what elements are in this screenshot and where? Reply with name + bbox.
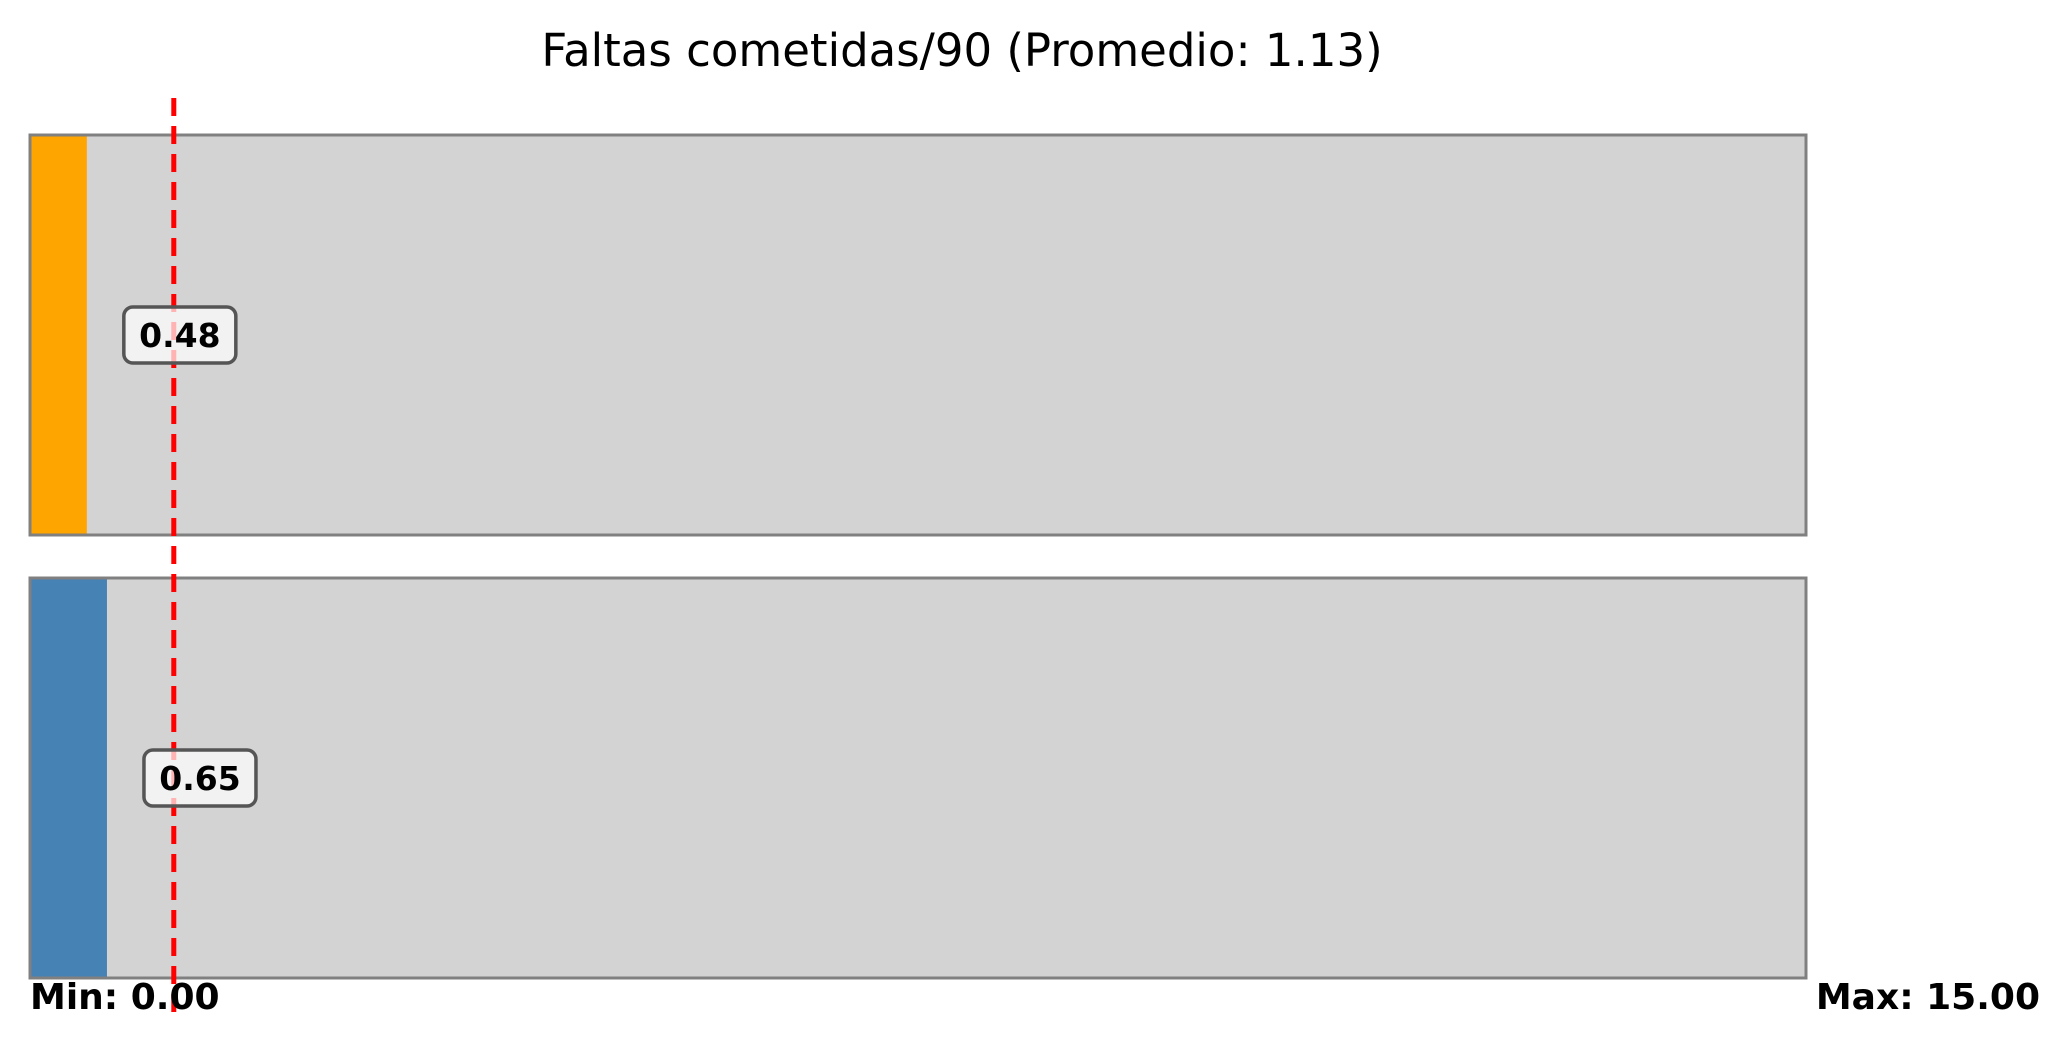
bar-chart: Faltas cometidas/90 (Promedio: 1.13) Min…	[28, 24, 2040, 1022]
chart-title: Faltas cometidas/90 (Promedio: 1.13)	[541, 24, 1382, 77]
bar-track-2	[30, 578, 1806, 978]
min-label: Min: 0.00	[30, 977, 220, 1018]
bar-1	[30, 135, 87, 535]
value-label-2: 0.65	[159, 759, 240, 798]
bar-track-1	[30, 135, 1806, 535]
max-label: Max: 15.00	[1816, 977, 2040, 1018]
bars-group	[28, 133, 1808, 980]
bar-2	[30, 578, 107, 978]
value-label-1: 0.48	[139, 316, 220, 355]
